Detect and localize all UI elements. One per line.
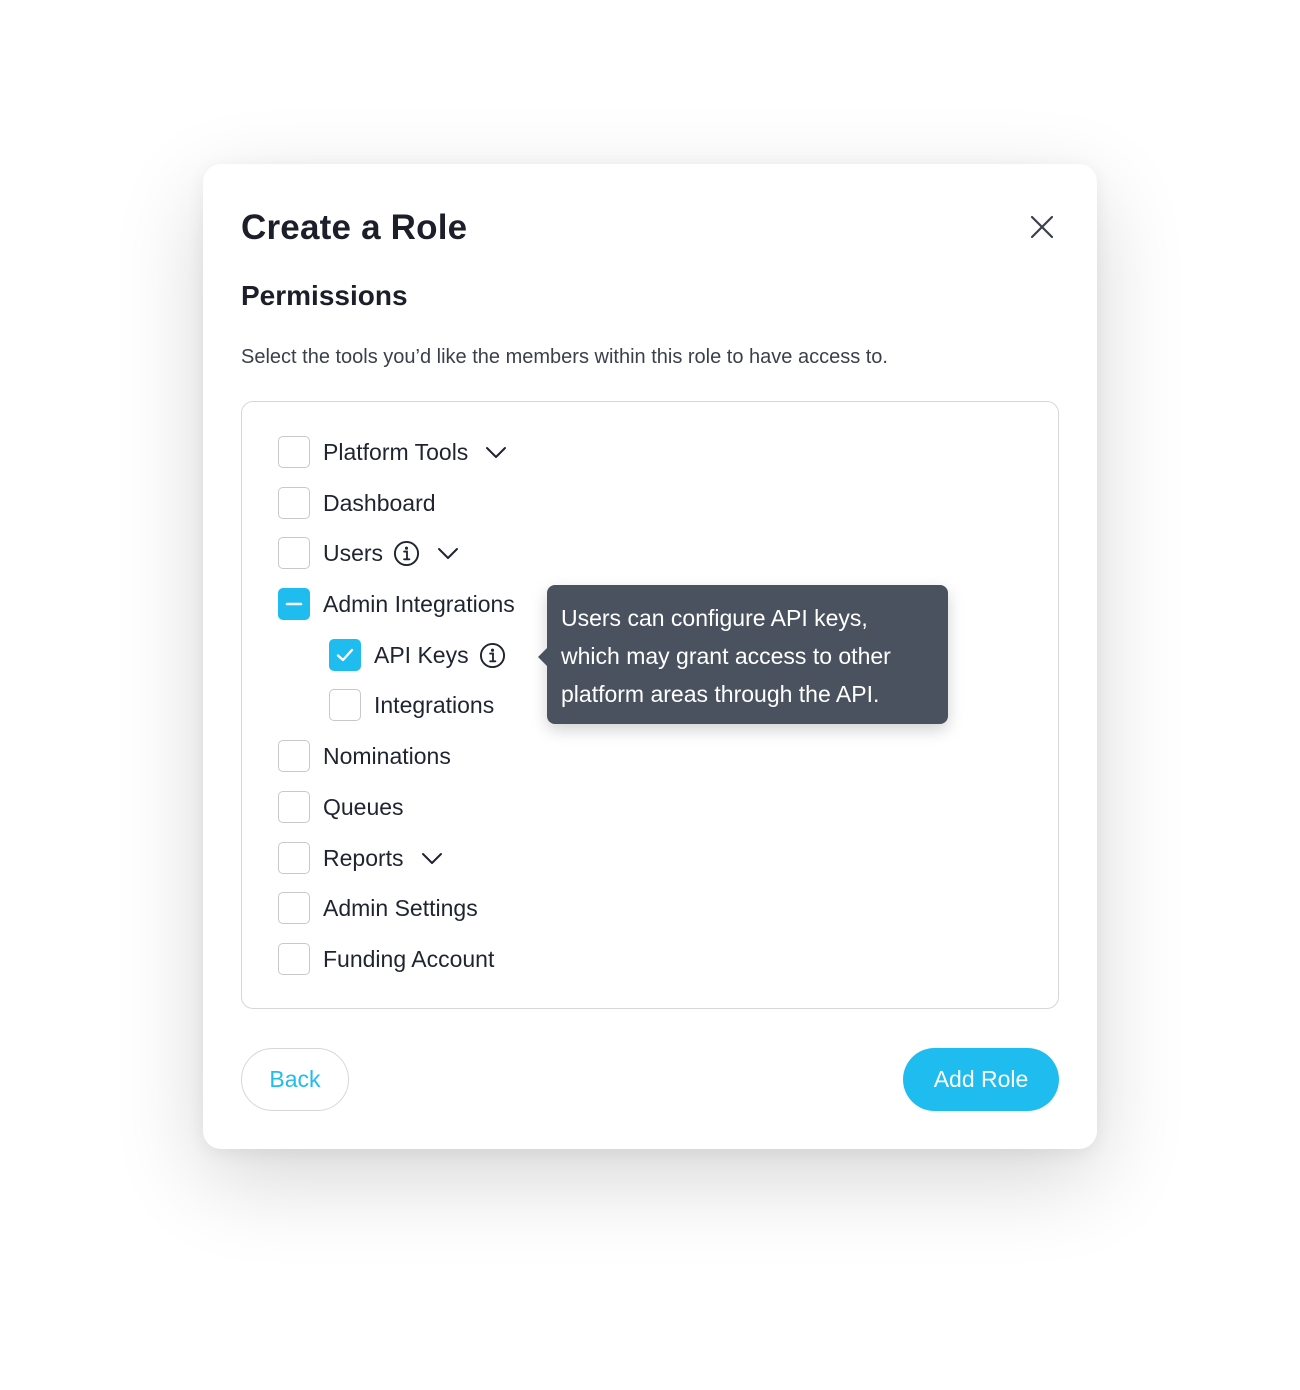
check-icon — [336, 648, 354, 662]
back-button[interactable]: Back — [241, 1048, 349, 1111]
checkbox[interactable] — [278, 892, 310, 924]
permission-label: Admin Integrations — [323, 590, 515, 617]
permission-item-reports: Reports — [278, 841, 444, 875]
permission-label: Funding Account — [323, 945, 495, 972]
modal-title: Create a Role — [241, 208, 468, 247]
checkbox[interactable] — [329, 689, 361, 721]
permission-item-admin-settings: Admin Settings — [278, 891, 478, 925]
chevron-down-icon[interactable] — [484, 440, 508, 464]
permission-item-queues: Queues — [278, 790, 404, 824]
checkbox-checked[interactable] — [329, 639, 361, 671]
checkbox[interactable] — [278, 943, 310, 975]
checkbox[interactable] — [278, 791, 310, 823]
chevron-down-icon[interactable] — [420, 846, 444, 870]
permission-subitem-integrations: Integrations — [329, 688, 494, 722]
permission-label: Nominations — [323, 742, 451, 769]
permission-label: Reports — [323, 844, 404, 871]
tooltip-line: which may grant access to other — [561, 643, 891, 669]
permission-label: Users — [323, 539, 384, 566]
add-role-button[interactable]: Add Role — [903, 1048, 1059, 1111]
tooltip-arrow — [538, 647, 548, 667]
permission-label: Admin Settings — [323, 894, 478, 921]
checkbox[interactable] — [278, 537, 310, 569]
permission-item-dashboard: Dashboard — [278, 486, 436, 520]
permission-label: Queues — [323, 793, 404, 820]
permission-label: Dashboard — [323, 489, 436, 516]
minus-icon — [285, 602, 303, 606]
checkbox[interactable] — [278, 740, 310, 772]
permission-item-users: Users — [278, 536, 460, 570]
checkbox-indeterminate[interactable] — [278, 588, 310, 620]
info-icon[interactable] — [479, 642, 506, 669]
checkbox[interactable] — [278, 436, 310, 468]
permission-item-platform-tools: Platform Tools — [278, 435, 508, 469]
permission-label: Integrations — [374, 691, 495, 718]
checkbox[interactable] — [278, 842, 310, 874]
checkbox[interactable] — [278, 487, 310, 519]
create-role-modal: Create a Role Permissions Select the too… — [203, 164, 1097, 1149]
api-keys-tooltip: Users can configure API keys, which may … — [538, 585, 948, 724]
info-icon[interactable] — [393, 540, 420, 567]
section-description: Select the tools you’d like the members … — [241, 346, 888, 368]
permission-item-funding-account: Funding Account — [278, 942, 494, 976]
section-title: Permissions — [241, 280, 408, 311]
permission-item-admin-integrations: Admin Integrations — [278, 587, 515, 621]
permission-label: Platform Tools — [323, 438, 469, 465]
tooltip-line: platform areas through the API. — [561, 681, 880, 707]
tooltip-line: Users can configure API keys, — [561, 605, 868, 631]
close-icon[interactable] — [1029, 214, 1055, 240]
permission-subitem-api-keys: API Keys — [329, 638, 506, 672]
permission-item-nominations: Nominations — [278, 739, 451, 773]
chevron-down-icon[interactable] — [436, 541, 460, 565]
permission-label: API Keys — [374, 641, 469, 668]
